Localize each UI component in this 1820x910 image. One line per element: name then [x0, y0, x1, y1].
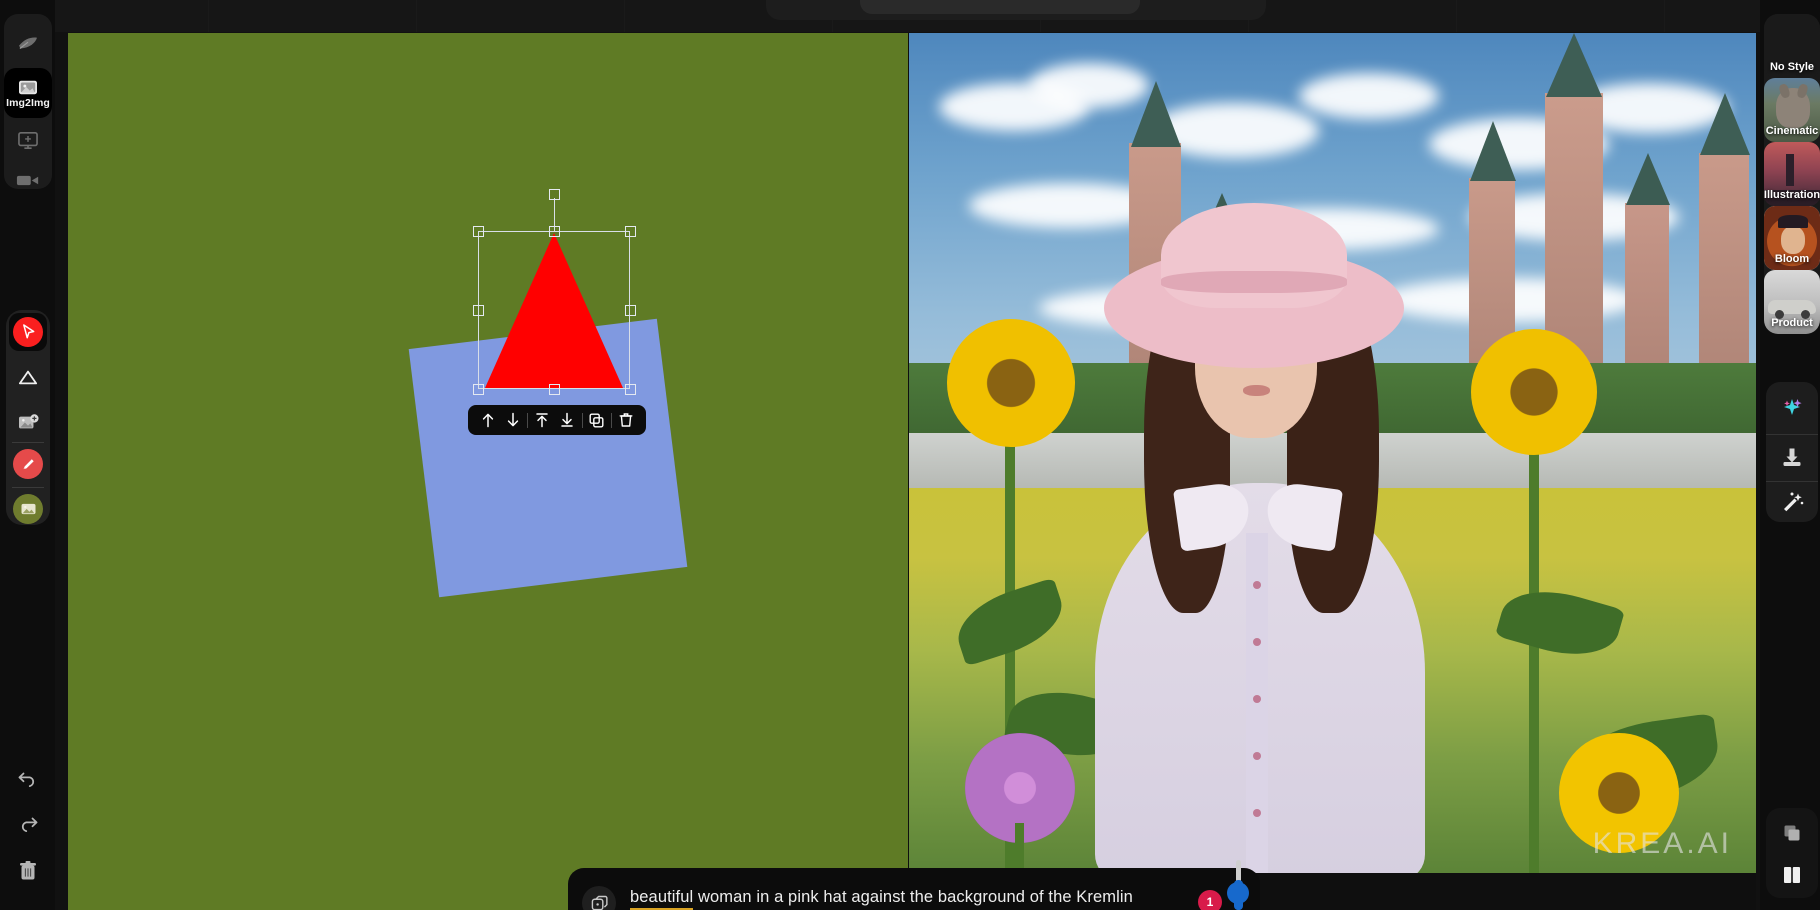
- top-bar: [0, 0, 1820, 32]
- strength-badge: 1: [1198, 890, 1222, 910]
- split-view-button[interactable]: [1775, 858, 1809, 892]
- style-preset-product[interactable]: Product: [1764, 270, 1820, 334]
- generated-image[interactable]: KREA.AI: [909, 33, 1756, 873]
- triangle-icon: [17, 368, 39, 387]
- redo-arrow-icon: [17, 814, 39, 832]
- right-sidebar: No Style Cinematic Illustration: [1760, 0, 1820, 910]
- arrow-down-icon: [506, 412, 520, 428]
- trash-icon: [18, 860, 38, 881]
- style-presets-list: No Style Cinematic Illustration: [1764, 14, 1820, 334]
- actions-divider: [1766, 434, 1818, 435]
- toolbar-divider-3: [611, 413, 612, 428]
- left-sidebar: Img2Img: [0, 0, 55, 910]
- monitor-icon: [17, 131, 39, 150]
- actions-divider-2: [1766, 481, 1818, 482]
- sparkles-color-icon: [1780, 395, 1804, 419]
- resize-handle-w[interactable]: [473, 305, 484, 316]
- arrow-to-top-icon: [535, 412, 549, 428]
- object-context-toolbar: [468, 405, 646, 435]
- prompt-rest: woman in a pink hat against the backgrou…: [693, 888, 1133, 906]
- style-preset-label: Illustration: [1764, 189, 1820, 206]
- sidebar-item-img2img-label: Img2Img: [6, 97, 50, 109]
- toolbar-divider-2: [582, 413, 583, 428]
- resize-handle-nw[interactable]: [473, 226, 484, 237]
- resize-handle-e[interactable]: [625, 305, 636, 316]
- tool-image-layer[interactable]: [9, 490, 47, 528]
- magic-button[interactable]: [1775, 485, 1809, 519]
- toolbar-divider-1: [527, 413, 528, 428]
- style-preset-bloom[interactable]: Bloom: [1764, 206, 1820, 270]
- prompt-keyword: beautiful: [630, 888, 693, 910]
- style-preset-cinematic[interactable]: Cinematic: [1764, 78, 1820, 142]
- download-icon: [1781, 446, 1803, 468]
- bring-to-front-button[interactable]: [531, 409, 553, 431]
- image-icon: [17, 78, 39, 96]
- selection-bounding-box: [478, 231, 630, 389]
- video-camera-icon: [16, 173, 40, 188]
- sidebar-item-enhance[interactable]: [4, 22, 52, 66]
- style-preset-label: Cinematic: [1766, 125, 1819, 142]
- resize-handle-se[interactable]: [625, 384, 636, 395]
- arrow-up-icon: [481, 412, 495, 428]
- layers-button[interactable]: [1775, 816, 1809, 850]
- copy-icon: [589, 413, 604, 428]
- layers-icon: [1782, 823, 1802, 843]
- history-controls: [4, 756, 52, 896]
- canvas-viewport[interactable]: KREA.AI: [68, 33, 1756, 910]
- prompt-input[interactable]: beautiful woman in a pink hat against th…: [630, 888, 1190, 907]
- strength-slider-knob[interactable]: [1227, 882, 1249, 904]
- enhance-button[interactable]: [1775, 390, 1809, 424]
- randomize-prompt-button[interactable]: [582, 886, 616, 910]
- sidebar-item-img2img[interactable]: Img2Img: [4, 68, 52, 118]
- sidebar-item-video[interactable]: [4, 158, 52, 202]
- top-floating-panel-inner[interactable]: [860, 0, 1140, 14]
- split-panel-icon: [1782, 866, 1802, 884]
- bring-forward-button[interactable]: [477, 409, 499, 431]
- send-to-back-button[interactable]: [556, 409, 578, 431]
- undo-button[interactable]: [4, 756, 52, 800]
- tool-shape[interactable]: [9, 358, 47, 396]
- resize-handle-sw[interactable]: [473, 384, 484, 395]
- download-button[interactable]: [1775, 440, 1809, 474]
- tool-add-image[interactable]: [9, 403, 47, 441]
- view-controls-card: [1766, 808, 1818, 898]
- style-preset-label: No Style: [1770, 61, 1814, 78]
- picture-icon: [13, 494, 43, 524]
- add-image-icon: [17, 413, 40, 432]
- style-preset-label: Product: [1771, 317, 1813, 334]
- clear-canvas-button[interactable]: [4, 848, 52, 892]
- trash-icon: [619, 412, 633, 428]
- rotation-handle[interactable]: [549, 189, 560, 200]
- tool-divider: [12, 442, 44, 443]
- cursor-arrow-icon: [13, 317, 43, 347]
- arrow-to-bottom-icon: [560, 412, 574, 428]
- sidebar-item-realtime[interactable]: [4, 118, 52, 162]
- image-actions-card: [1766, 382, 1818, 522]
- delete-object-button[interactable]: [615, 409, 637, 431]
- tool-brush[interactable]: [9, 445, 47, 483]
- send-backward-button[interactable]: [502, 409, 524, 431]
- duplicate-button[interactable]: [586, 409, 608, 431]
- brush-icon: [13, 449, 43, 479]
- feather-icon: [17, 35, 39, 53]
- undo-arrow-icon: [17, 769, 39, 787]
- redo-button[interactable]: [4, 801, 52, 845]
- resize-handle-ne[interactable]: [625, 226, 636, 237]
- resize-handle-s[interactable]: [549, 384, 560, 395]
- magic-wand-icon: [1781, 491, 1804, 513]
- app-root: Img2Img: [0, 0, 1820, 910]
- prompt-bar: beautiful woman in a pink hat against th…: [568, 868, 1260, 910]
- tool-select[interactable]: [9, 313, 47, 351]
- krea-watermark: KREA.AI: [1593, 827, 1732, 861]
- canvas-board[interactable]: [68, 33, 908, 910]
- style-preset-illustration[interactable]: Illustration: [1764, 142, 1820, 206]
- tool-divider-2: [12, 487, 44, 488]
- dice-icon: [591, 895, 608, 910]
- style-preset-no-style[interactable]: No Style: [1764, 14, 1820, 78]
- resize-handle-n[interactable]: [549, 226, 560, 237]
- style-preset-label: Bloom: [1775, 253, 1809, 270]
